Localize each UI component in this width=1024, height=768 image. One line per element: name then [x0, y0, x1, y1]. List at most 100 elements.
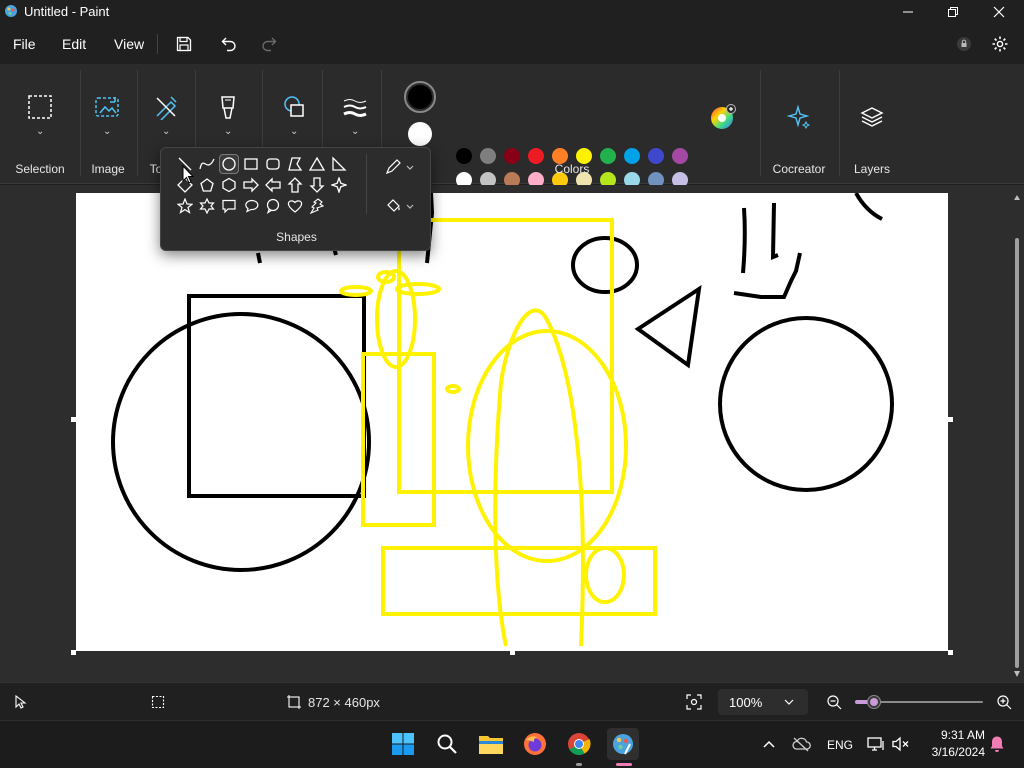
rectangle-shape-button[interactable]: [241, 154, 261, 174]
resize-handle-left[interactable]: [71, 417, 76, 422]
start-button[interactable]: [387, 728, 419, 760]
tools-button[interactable]: [149, 90, 183, 124]
down-arrow-shape-button[interactable]: [307, 175, 327, 195]
zoom-slider[interactable]: [855, 692, 983, 712]
color-swatch[interactable]: [648, 148, 664, 164]
zoom-in-button[interactable]: [994, 692, 1014, 712]
secondary-color-button[interactable]: [408, 122, 432, 146]
black-circle-right: [718, 316, 894, 492]
ribbon-separator: [80, 70, 81, 176]
resize-handle-right[interactable]: [948, 417, 953, 422]
network-button[interactable]: [866, 734, 886, 754]
five-point-star-shape-button[interactable]: [175, 196, 195, 216]
file-explorer-button[interactable]: [475, 728, 507, 760]
clock-date[interactable]: 3/16/2024: [921, 745, 985, 759]
color-swatch[interactable]: [624, 148, 640, 164]
selection-button[interactable]: [23, 90, 57, 124]
shapes-button[interactable]: [277, 90, 311, 124]
minimize-button[interactable]: [885, 0, 931, 24]
color-swatch[interactable]: [480, 148, 496, 164]
fill-style-button[interactable]: [383, 196, 417, 216]
language-indicator[interactable]: ENG: [827, 738, 853, 752]
menu-file[interactable]: File: [13, 36, 36, 52]
color-swatch[interactable]: [456, 148, 472, 164]
brushes-button[interactable]: [211, 90, 245, 124]
menu-view[interactable]: View: [114, 36, 144, 52]
zoom-dropdown[interactable]: 100%: [718, 689, 808, 715]
primary-color-button[interactable]: [404, 81, 436, 113]
right-triangle-shape-button[interactable]: [329, 154, 349, 174]
resize-handle-bottom-right[interactable]: [948, 650, 953, 655]
heart-shape-button[interactable]: [285, 196, 305, 216]
up-arrow-shape-button[interactable]: [285, 175, 305, 195]
onedrive-button[interactable]: [790, 734, 812, 754]
resize-handle-bottom[interactable]: [510, 650, 515, 655]
ribbon-separator: [760, 70, 761, 176]
drawing-canvas[interactable]: [76, 193, 948, 651]
color-swatch[interactable]: [504, 148, 520, 164]
shapes-dropdown-chevron-icon[interactable]: ⌄: [290, 126, 298, 137]
volume-button[interactable]: [891, 734, 911, 754]
paint-taskbar-button[interactable]: [607, 728, 639, 760]
settings-button[interactable]: [988, 32, 1012, 56]
image-button[interactable]: [90, 90, 124, 124]
fit-to-window-button[interactable]: [684, 692, 704, 712]
outline-style-button[interactable]: [383, 157, 417, 177]
pentagon-shape-button[interactable]: [197, 175, 217, 195]
selection-icon: [28, 95, 52, 119]
left-arrow-shape-button[interactable]: [263, 175, 283, 195]
size-button[interactable]: [338, 90, 372, 124]
show-hidden-icons-button[interactable]: [760, 735, 778, 753]
close-button[interactable]: [976, 0, 1022, 24]
polygon-shape-icon: [288, 157, 303, 171]
right-arrow-shape-button[interactable]: [241, 175, 261, 195]
cocreator-button[interactable]: [782, 100, 816, 134]
tools-dropdown-chevron-icon[interactable]: ⌄: [162, 126, 170, 137]
rounded-rectangle-shape-button[interactable]: [263, 154, 283, 174]
chrome-button[interactable]: [563, 728, 595, 760]
edit-colors-button[interactable]: [710, 104, 736, 130]
oval-callout-shape-button[interactable]: [241, 196, 261, 216]
triangle-shape-button[interactable]: [307, 154, 327, 174]
save-button[interactable]: [172, 32, 196, 56]
menu-bar: File Edit View: [0, 24, 1024, 64]
black-circle-left: [111, 312, 371, 572]
oval-shape-button[interactable]: [219, 154, 239, 174]
stroke-size-icon: [343, 99, 367, 117]
taskbar-search-button[interactable]: [431, 728, 463, 760]
cloud-callout-shape-button[interactable]: [263, 196, 283, 216]
layers-button[interactable]: [855, 100, 889, 134]
four-point-star-shape-button[interactable]: [329, 175, 349, 195]
yellow-small-oval: [395, 282, 441, 296]
vertical-scrollbar[interactable]: [1013, 193, 1021, 678]
yellow-bottom-rectangle: [381, 546, 657, 616]
zoom-slider-thumb[interactable]: [867, 695, 882, 709]
size-dropdown-chevron-icon[interactable]: ⌄: [351, 126, 359, 137]
redo-button[interactable]: [257, 32, 281, 56]
lightning-shape-button[interactable]: [307, 196, 327, 216]
zoom-out-button[interactable]: [824, 692, 844, 712]
image-dropdown-chevron-icon[interactable]: ⌄: [103, 126, 111, 137]
six-point-star-shape-button[interactable]: [197, 196, 217, 216]
group-label-layers: Layers: [853, 162, 891, 176]
black-stroke: [854, 193, 883, 221]
account-button[interactable]: [952, 32, 976, 56]
clock-time[interactable]: 9:31 AM: [931, 728, 985, 742]
scroll-up-arrow-icon: [1014, 195, 1020, 200]
mouse-cursor-icon: [182, 165, 194, 184]
brushes-dropdown-chevron-icon[interactable]: ⌄: [224, 126, 232, 137]
curve-shape-button[interactable]: [197, 154, 217, 174]
undo-button[interactable]: [217, 32, 241, 56]
chevron-up-icon: [763, 740, 775, 748]
polygon-shape-button[interactable]: [285, 154, 305, 174]
maximize-button[interactable]: [930, 0, 976, 24]
redo-icon: [262, 37, 277, 52]
color-swatch[interactable]: [672, 148, 688, 164]
selection-dropdown-chevron-icon[interactable]: ⌄: [36, 126, 44, 137]
firefox-button[interactable]: [519, 728, 551, 760]
rectangular-callout-shape-button[interactable]: [219, 196, 239, 216]
notifications-button[interactable]: [987, 734, 1007, 754]
hexagon-shape-button[interactable]: [219, 175, 239, 195]
menu-edit[interactable]: Edit: [62, 36, 86, 52]
resize-handle-bottom-left[interactable]: [71, 650, 76, 655]
